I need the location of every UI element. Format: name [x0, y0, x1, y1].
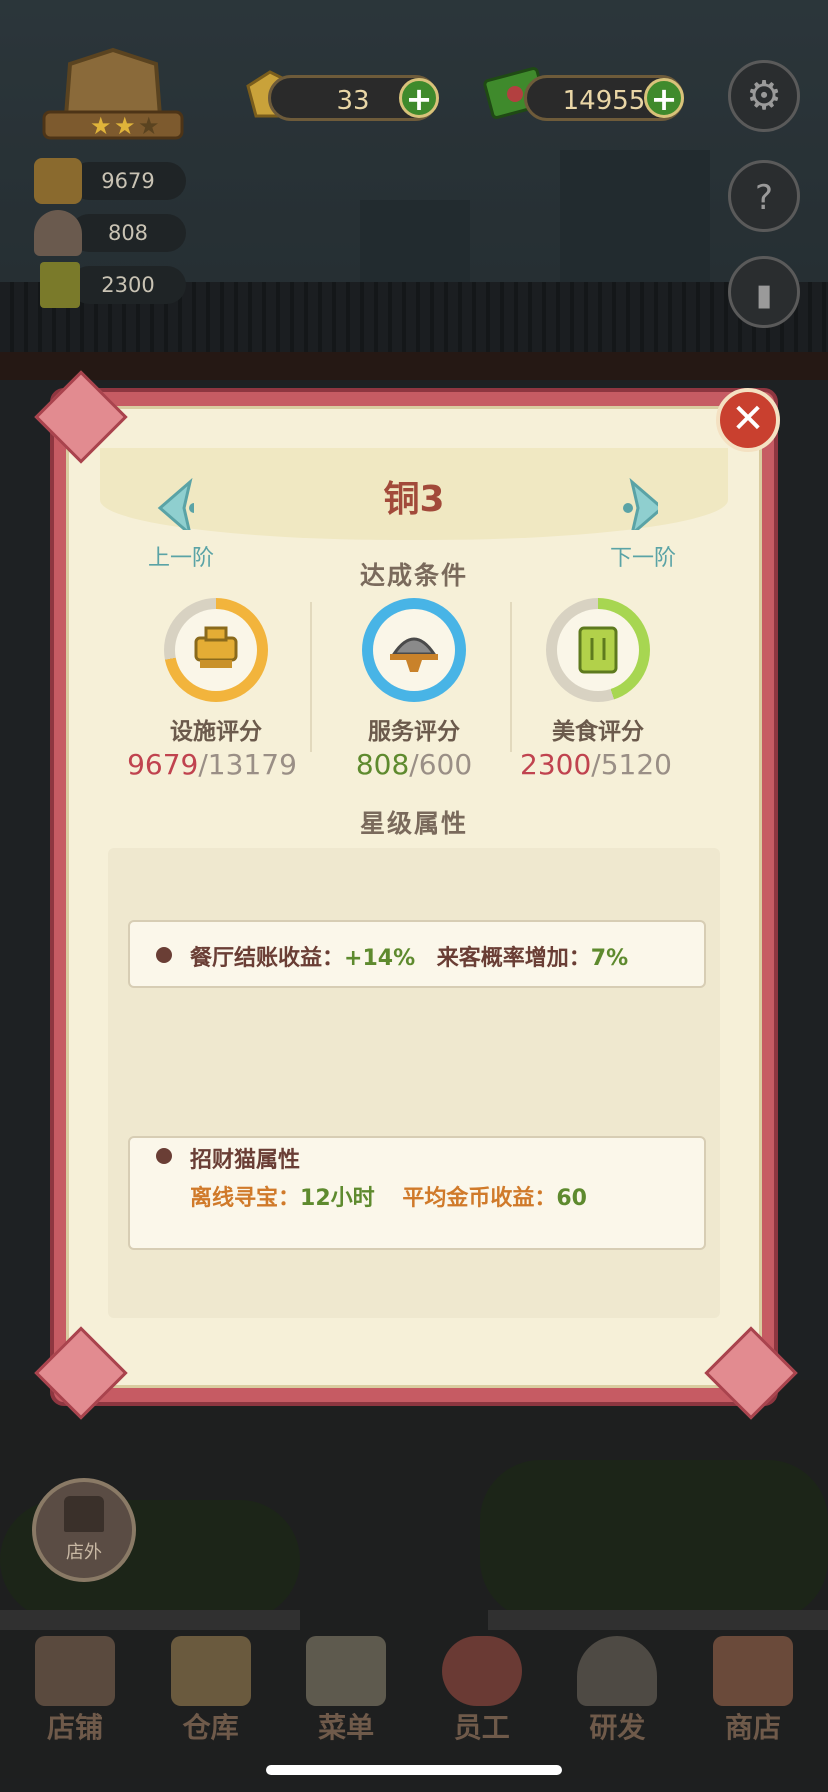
divider — [310, 602, 312, 752]
nav-warehouse[interactable]: 仓库 — [156, 1636, 266, 1746]
nav-menu[interactable]: 菜单 — [291, 1636, 401, 1746]
prev-tier-button[interactable] — [154, 477, 199, 539]
pot-icon — [194, 626, 238, 668]
lucky-cat-text: 离线寻宝：12小时 平均金币收益：60 — [190, 1180, 587, 1212]
nav-research[interactable]: 研发 — [562, 1636, 672, 1746]
facility-score-label: 设施评分 — [170, 719, 262, 745]
service-score-current: 808 — [355, 748, 410, 781]
recipe-book-icon — [40, 262, 80, 308]
rank-badge-icon: ★ ★ ★ — [42, 47, 184, 140]
add-gems-button[interactable]: + — [399, 78, 439, 118]
restaurant-bonus-text: 餐厅结账收益：+14% 来客概率增加：7% — [190, 940, 628, 972]
next-tier-label[interactable]: 下一阶 — [610, 540, 676, 572]
chevron-left-icon — [157, 477, 199, 539]
help-book-icon: ? — [754, 178, 774, 218]
nav-shop[interactable]: 店铺 — [20, 1636, 130, 1746]
storefront-icon — [35, 1636, 115, 1706]
nav-research-label: 研发 — [589, 1711, 646, 1744]
service-score-target: /600 — [409, 748, 473, 781]
prev-tier-label[interactable]: 上一阶 — [148, 540, 214, 572]
next-tier-button[interactable] — [618, 477, 665, 539]
checklist-icon — [306, 1636, 387, 1706]
chevron-right-icon — [623, 477, 665, 539]
rank-title: 铜3 — [383, 479, 445, 520]
recipe-book-icon — [578, 626, 618, 674]
book-icon: ▮ — [755, 278, 773, 313]
service-score-label: 服务评分 — [368, 719, 460, 745]
outside-button[interactable]: 店外 — [32, 1478, 136, 1582]
facility-stat: 9679 — [70, 162, 186, 200]
visitor-rate-label: 来客概率增加： — [436, 946, 591, 971]
settings-button[interactable]: ⚙ — [728, 60, 800, 132]
star-attributes-title: 星级属性 — [359, 809, 468, 838]
recipe-button[interactable]: ▮ — [728, 256, 800, 328]
food-score-value: 2300/5120 — [486, 748, 706, 781]
service-score-ring — [362, 598, 466, 702]
bottom-nav: 店铺 仓库 菜单 员工 研发 商店 — [20, 1636, 808, 1746]
facility-score-target: /13179 — [198, 748, 297, 781]
food-score-current: 2300 — [520, 748, 592, 781]
svg-text:★: ★ — [114, 112, 136, 140]
divider — [510, 602, 512, 752]
conditions-title: 达成条件 — [359, 561, 468, 590]
checkout-bonus-value: +14% — [344, 946, 416, 971]
gear-icon: ⚙ — [746, 73, 782, 119]
service-stat: 808 — [70, 214, 186, 252]
svg-text:★: ★ — [90, 112, 112, 140]
lucky-cat-heading: 招财猫属性 — [190, 1148, 301, 1173]
add-cash-button[interactable]: + — [644, 78, 684, 118]
avg-coin-label: 平均金币收益： — [402, 1186, 557, 1211]
offline-treasure-label: 离线寻宝： — [190, 1186, 301, 1211]
close-button[interactable]: ✕ — [716, 388, 780, 452]
nav-store-label: 商店 — [724, 1711, 781, 1744]
offline-treasure-value: 12小时 — [300, 1186, 375, 1211]
facility-score-current: 9679 — [127, 748, 199, 781]
facility-score-ring — [164, 598, 268, 702]
guide-button[interactable]: ? — [728, 160, 800, 232]
nav-staff-label: 员工 — [453, 1711, 510, 1744]
nav-warehouse-label: 仓库 — [182, 1711, 239, 1744]
facility-score-value: 9679/13179 — [102, 748, 322, 781]
close-icon: ✕ — [731, 396, 765, 442]
bullet-dot — [156, 947, 172, 963]
outside-label: 店外 — [66, 1542, 102, 1563]
wok-icon — [577, 1636, 658, 1706]
food-score-ring — [546, 598, 650, 702]
home-indicator — [266, 1765, 562, 1775]
food-score-label: 美食评分 — [552, 719, 644, 745]
nav-shop-label: 店铺 — [46, 1711, 103, 1744]
avg-coin-value: 60 — [556, 1186, 587, 1211]
checkout-bonus-label: 餐厅结账收益： — [190, 946, 345, 971]
food-stat: 2300 — [70, 266, 186, 304]
visitor-rate-value: 7% — [590, 946, 629, 971]
pot-icon — [34, 158, 82, 204]
rank-badge[interactable]: ★ ★ ★ — [38, 46, 188, 146]
nav-store[interactable]: 商店 — [698, 1636, 808, 1746]
chef-icon — [441, 1636, 522, 1706]
shop-front-icon — [64, 1496, 104, 1532]
boxes-icon — [170, 1636, 251, 1706]
bullet-dot — [156, 1148, 172, 1164]
nav-staff[interactable]: 员工 — [427, 1636, 537, 1746]
store-icon — [712, 1636, 793, 1706]
nav-menu-label: 菜单 — [318, 1711, 375, 1744]
food-score-target: /5120 — [591, 748, 672, 781]
svg-text:★: ★ — [138, 112, 160, 140]
cloche-icon — [34, 210, 82, 256]
cloche-icon — [390, 637, 438, 672]
